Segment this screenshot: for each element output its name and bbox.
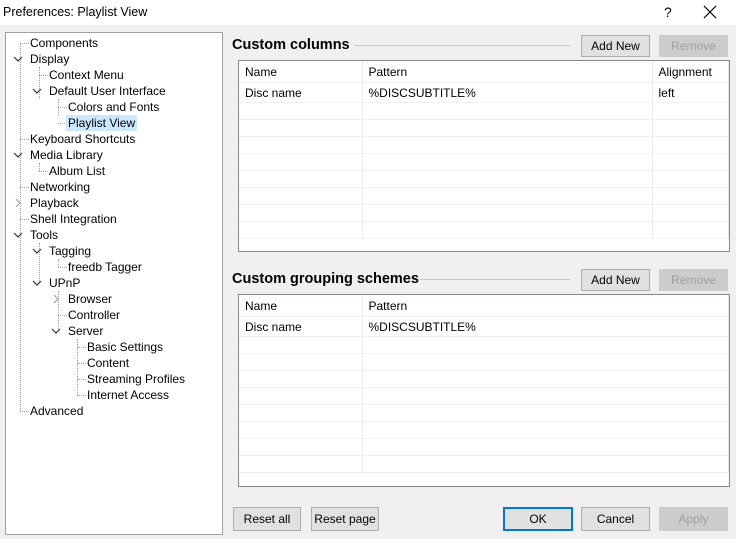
tree-item-streaming-profiles[interactable]: Streaming Profiles xyxy=(87,371,185,387)
tree-item-context-menu[interactable]: Context Menu xyxy=(49,67,124,83)
tree-item-tools[interactable]: Tools xyxy=(30,227,58,243)
section-separator xyxy=(420,279,570,280)
custom-columns-table: Name Pattern Alignment Disc name %DISCSU… xyxy=(239,61,729,239)
tree-item-browser[interactable]: Browser xyxy=(68,291,112,307)
help-button[interactable]: ? xyxy=(664,4,672,20)
tree-item-content[interactable]: Content xyxy=(87,355,129,371)
table-header-row: Name Pattern Alignment xyxy=(239,61,729,83)
table-row[interactable]: Disc name %DISCSUBTITLE% xyxy=(239,316,729,337)
tree-item-internet-access[interactable]: Internet Access xyxy=(87,387,169,403)
empty-row xyxy=(239,370,729,388)
tree-item-networking[interactable]: Networking xyxy=(30,179,90,195)
empty-row xyxy=(239,187,729,205)
reset-page-button[interactable]: Reset page xyxy=(311,507,379,531)
chevron-right-icon[interactable] xyxy=(13,197,23,208)
tree-item-basic-settings[interactable]: Basic Settings xyxy=(87,339,163,355)
custom-grouping-title: Custom grouping schemes xyxy=(232,271,419,287)
tree-item-default-user-interface[interactable]: Default User Interface xyxy=(49,83,166,99)
tree-item-controller[interactable]: Controller xyxy=(68,307,120,323)
tree-item-server[interactable]: Server xyxy=(68,323,103,339)
tree-item-display[interactable]: Display xyxy=(30,51,69,67)
chevron-down-icon[interactable] xyxy=(13,53,23,63)
window-title: Preferences: Playlist View xyxy=(3,5,148,19)
tree-line xyxy=(20,43,21,411)
empty-row xyxy=(239,221,729,239)
ok-button[interactable]: OK xyxy=(503,507,573,531)
columns-add-new-button[interactable]: Add New xyxy=(581,35,650,57)
cancel-button[interactable]: Cancel xyxy=(581,507,650,531)
tree-item-freedb-tagger[interactable]: freedb Tagger xyxy=(68,259,142,275)
tree-item-playback[interactable]: Playback xyxy=(30,195,79,211)
tree-item-upnp[interactable]: UPnP xyxy=(49,275,80,291)
tree-item-advanced[interactable]: Advanced xyxy=(30,403,83,419)
tree-item-album-list[interactable]: Album List xyxy=(49,163,105,179)
tree-item-shell-integration[interactable]: Shell Integration xyxy=(30,211,117,227)
chevron-down-icon[interactable] xyxy=(32,277,42,287)
tree-item-keyboard-shortcuts[interactable]: Keyboard Shortcuts xyxy=(30,131,135,147)
grouping-remove-button[interactable]: Remove xyxy=(659,269,728,291)
table-header-row: Name Pattern xyxy=(239,295,729,317)
column-header-pattern[interactable]: Pattern xyxy=(362,295,729,317)
cell-alignment: left xyxy=(652,82,729,103)
tree-item-tagging[interactable]: Tagging xyxy=(49,243,91,259)
custom-grouping-list[interactable]: Name Pattern Disc name %DISCSUBTITLE% xyxy=(238,294,730,487)
empty-row xyxy=(239,404,729,422)
tree-line xyxy=(39,163,40,171)
preferences-tree[interactable]: Components Display Context Menu Default … xyxy=(5,32,223,535)
chevron-down-icon[interactable] xyxy=(13,229,23,239)
cell-pattern: %DISCSUBTITLE% xyxy=(362,82,653,103)
empty-row xyxy=(239,438,729,456)
close-icon[interactable] xyxy=(703,5,719,21)
empty-row xyxy=(239,153,729,171)
reset-all-button[interactable]: Reset all xyxy=(233,507,301,531)
empty-row xyxy=(239,170,729,188)
grouping-add-new-button[interactable]: Add New xyxy=(581,269,650,291)
empty-row xyxy=(239,421,729,439)
empty-row xyxy=(239,455,729,473)
tree-item-components[interactable]: Components xyxy=(30,35,98,51)
custom-grouping-table: Name Pattern Disc name %DISCSUBTITLE% xyxy=(239,295,729,473)
apply-button[interactable]: Apply xyxy=(659,507,728,531)
tree-item-media-library[interactable]: Media Library xyxy=(30,147,103,163)
empty-row xyxy=(239,353,729,371)
cell-name: Disc name xyxy=(239,82,363,103)
empty-row xyxy=(239,204,729,222)
columns-remove-button[interactable]: Remove xyxy=(659,35,728,57)
empty-row xyxy=(239,387,729,405)
empty-row xyxy=(239,119,729,137)
cell-name: Disc name xyxy=(239,316,363,337)
column-header-alignment[interactable]: Alignment xyxy=(652,61,729,83)
section-separator xyxy=(354,45,570,46)
column-header-name[interactable]: Name xyxy=(239,295,363,317)
column-header-name[interactable]: Name xyxy=(239,61,363,83)
chevron-down-icon[interactable] xyxy=(32,245,42,255)
title-bar: Preferences: Playlist View ? xyxy=(0,0,736,25)
custom-columns-list[interactable]: Name Pattern Alignment Disc name %DISCSU… xyxy=(238,60,730,252)
empty-row xyxy=(239,336,729,354)
custom-columns-title: Custom columns xyxy=(232,37,350,53)
chevron-right-icon[interactable] xyxy=(51,293,61,304)
table-row[interactable]: Disc name %DISCSUBTITLE% left xyxy=(239,82,729,103)
tree-line xyxy=(58,259,59,267)
tree-item-playlist-view[interactable]: Playlist View xyxy=(66,115,138,131)
column-header-pattern[interactable]: Pattern xyxy=(362,61,653,83)
empty-row xyxy=(239,102,729,120)
tree-item-colors-and-fonts[interactable]: Colors and Fonts xyxy=(68,99,159,115)
empty-row xyxy=(239,136,729,154)
chevron-down-icon[interactable] xyxy=(32,85,42,95)
chevron-down-icon[interactable] xyxy=(51,325,61,335)
cell-pattern: %DISCSUBTITLE% xyxy=(362,316,729,337)
chevron-down-icon[interactable] xyxy=(13,149,23,159)
